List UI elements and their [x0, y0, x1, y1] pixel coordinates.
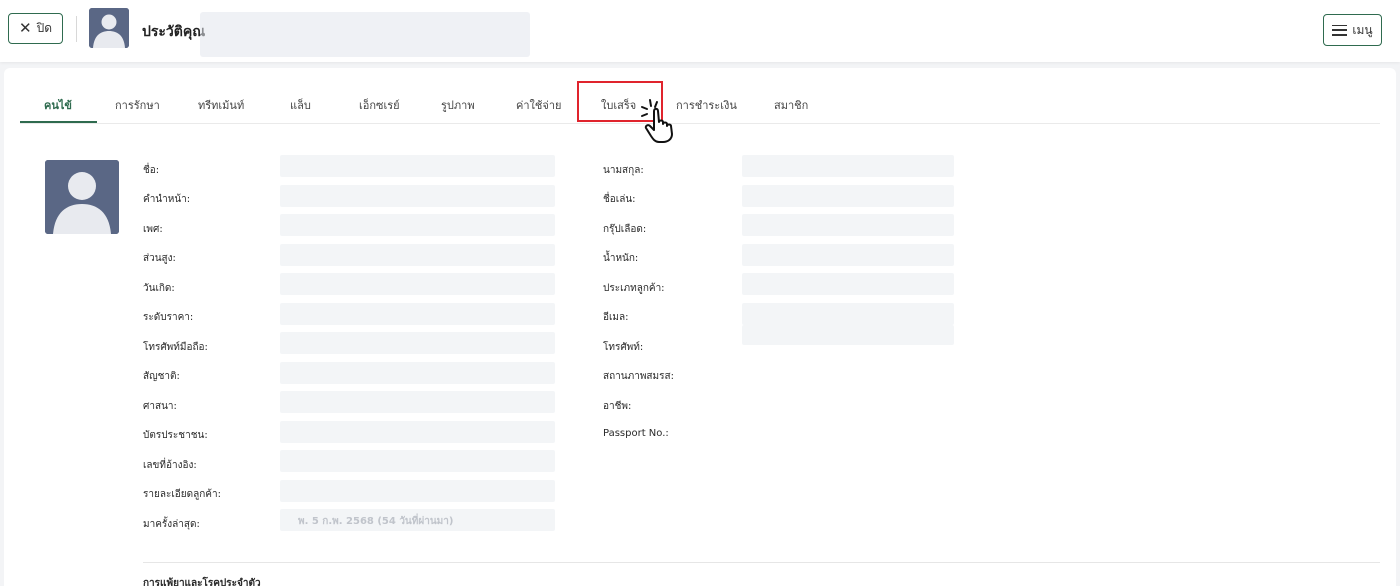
tab-xray[interactable]: เอ็กซเรย์ [359, 96, 400, 114]
label-first-name: ชื่อ: [143, 165, 160, 176]
top-header: ✕ ปิด ประวัติคุณ เมนู [0, 0, 1400, 62]
tab-lab[interactable]: แล็บ [290, 96, 311, 114]
value-blood-type [742, 214, 954, 236]
value-nickname [742, 185, 954, 207]
header-avatar-icon [89, 8, 129, 48]
close-button[interactable]: ✕ ปิด [8, 13, 63, 44]
value-customer-details [280, 480, 555, 502]
label-blood-type: กรุ๊ปเลือด: [603, 224, 647, 235]
value-last-name [742, 155, 954, 177]
close-button-label: ปิด [36, 21, 52, 35]
value-birthdate [280, 273, 555, 295]
label-reference-number: เลขที่อ้างอิง: [143, 460, 197, 471]
section-divider [143, 562, 1380, 563]
hamburger-icon [1332, 24, 1348, 36]
allergies-section-title: การแพ้ยาและโรคประจำตัว [143, 578, 261, 586]
content-card [4, 68, 1396, 586]
label-customer-type: ประเภทลูกค้า: [603, 283, 665, 294]
label-phone: โทรศัพท์: [603, 342, 644, 353]
value-height [280, 244, 555, 266]
label-last-visit: มาครั้งล่าสุด: [143, 519, 200, 530]
label-title: คำนำหน้า: [143, 194, 191, 205]
label-height: ส่วนสูง: [143, 253, 176, 264]
value-last-visit: พ. 5 ก.พ. 2568 (54 วันที่ผ่านมา) [280, 509, 555, 531]
label-email: อีเมล: [603, 312, 629, 323]
value-gender [280, 214, 555, 236]
value-customer-type [742, 273, 954, 295]
hand-pointer-icon [641, 99, 673, 143]
value-weight [742, 244, 954, 266]
value-mobile-phone [280, 332, 555, 354]
menu-button[interactable]: เมนู [1323, 14, 1382, 46]
tab-photos[interactable]: รูปภาพ [441, 96, 475, 114]
label-occupation: อาชีพ: [603, 401, 632, 412]
label-id-card: บัตรประชาชน: [143, 430, 208, 441]
label-birthdate: วันเกิด: [143, 283, 175, 294]
tab-bar: คนไข้ การรักษา ทรีทเม้นท์ แล็บ เอ็กซเรย์… [20, 84, 1380, 124]
label-passport-number: Passport No.: [603, 428, 669, 439]
tab-treatment-course[interactable]: ทรีทเม้นท์ [198, 96, 244, 114]
label-gender: เพศ: [143, 224, 163, 235]
label-nationality: สัญชาติ: [143, 371, 180, 382]
label-marital-status: สถานภาพสมรส: [603, 371, 674, 382]
label-price-level: ระดับราคา: [143, 312, 194, 323]
close-icon: ✕ [19, 19, 32, 37]
label-customer-details: รายละเอียดลูกค้า: [143, 489, 221, 500]
value-email [742, 303, 954, 325]
label-religion: ศาสนา: [143, 401, 177, 412]
value-id-card [280, 421, 555, 443]
value-reference-number [280, 450, 555, 472]
page-title: ประวัติคุณ [142, 24, 206, 40]
value-religion [280, 391, 555, 413]
tab-treatment[interactable]: การรักษา [115, 96, 160, 114]
header-divider [76, 16, 77, 42]
patient-avatar [45, 160, 119, 234]
label-weight: น้ำหนัก: [603, 253, 639, 264]
value-title [280, 185, 555, 207]
tab-expenses[interactable]: ค่าใช้จ่าย [516, 96, 561, 114]
label-last-name: นามสกุล: [603, 165, 644, 176]
value-nationality [280, 362, 555, 384]
value-phone [742, 325, 954, 345]
value-price-level [280, 303, 555, 325]
redacted-header-info [200, 12, 530, 57]
label-mobile-phone: โทรศัพท์มือถือ: [143, 342, 208, 353]
tab-membership[interactable]: สมาชิก [774, 96, 808, 114]
label-nickname: ชื่อเล่น: [603, 194, 636, 205]
value-first-name [280, 155, 555, 177]
menu-button-label: เมนู [1352, 22, 1373, 37]
tab-patient[interactable]: คนไข้ [44, 96, 72, 114]
active-tab-indicator [20, 121, 97, 123]
